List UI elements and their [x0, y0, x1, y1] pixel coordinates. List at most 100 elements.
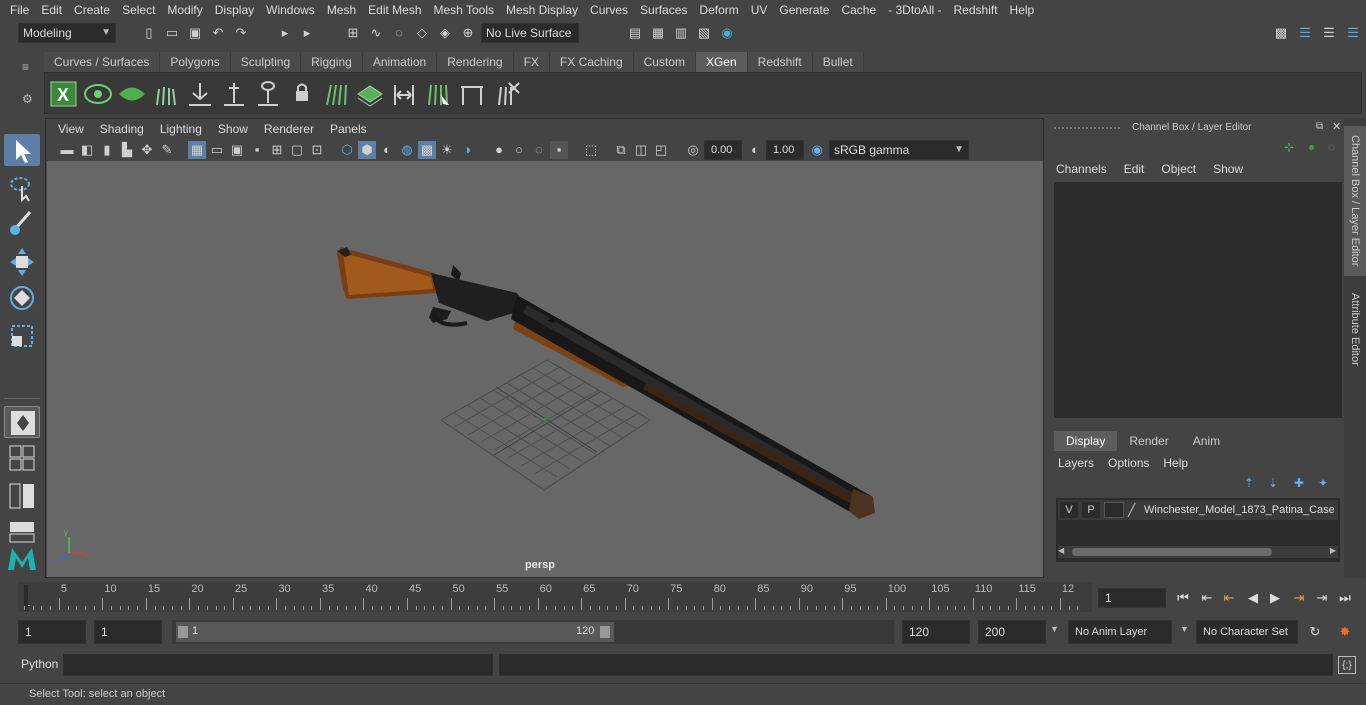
textured-icon[interactable]: ▩: [418, 141, 436, 159]
close-panel-icon[interactable]: ✕: [1332, 120, 1341, 133]
menu-3dtoall[interactable]: - 3DtoAll -: [882, 0, 947, 20]
menu-select[interactable]: Select: [116, 0, 161, 20]
redo-icon[interactable]: ↷: [232, 24, 250, 42]
safe-title-icon[interactable]: ⊡: [308, 141, 326, 159]
xgen-preview-icon[interactable]: [83, 79, 113, 109]
menu-uv[interactable]: UV: [745, 0, 774, 20]
groom-layer-icon[interactable]: [355, 79, 385, 109]
menu-generate[interactable]: Generate: [773, 0, 835, 20]
gate-mask-icon[interactable]: ▪: [248, 141, 266, 159]
channel-box-menu-channels[interactable]: Channels: [1056, 162, 1107, 176]
step-back-frame-icon[interactable]: ⇤: [1198, 589, 1216, 607]
layer-menu-options[interactable]: Options: [1108, 456, 1149, 470]
gamma-field[interactable]: 1.00: [766, 140, 804, 160]
range-slider-bar[interactable]: 1 120: [176, 622, 614, 642]
color-management-icon[interactable]: ◉: [808, 141, 826, 159]
layer-row[interactable]: V P ╱ Winchester_Model_1873_Patina_Case: [1058, 500, 1338, 520]
select-camera-icon[interactable]: ▬: [58, 141, 76, 159]
shelf-tab-custom[interactable]: Custom: [633, 52, 696, 72]
groom-grow-icon[interactable]: [219, 79, 249, 109]
scale-tool-button[interactable]: [4, 320, 40, 352]
shelf-tab-redshift[interactable]: Redshift: [747, 52, 813, 72]
current-frame-field[interactable]: 1: [1098, 588, 1166, 608]
menu-curves[interactable]: Curves: [584, 0, 634, 20]
layer-tab-display[interactable]: Display: [1054, 431, 1118, 451]
grid-icon[interactable]: ▦: [188, 141, 206, 159]
lights-icon[interactable]: ☀: [438, 141, 456, 159]
snap-plane-icon[interactable]: ◇: [413, 24, 431, 42]
layer-move-up-icon[interactable]: ⇡: [1244, 476, 1254, 490]
menu-redshift[interactable]: Redshift: [948, 0, 1004, 20]
snap-live-icon[interactable]: ⊕: [459, 24, 477, 42]
channel-box-menu-object[interactable]: Object: [1161, 162, 1196, 176]
menu-help[interactable]: Help: [1004, 0, 1041, 20]
layer-tab-anim[interactable]: Anim: [1180, 431, 1233, 451]
resolution-gate-icon[interactable]: ▣: [228, 141, 246, 159]
snap-grid-icon[interactable]: ⊞: [344, 24, 362, 42]
shelf-gear-icon[interactable]: ⚙: [22, 92, 36, 106]
step-forward-key-icon[interactable]: ⇥: [1290, 589, 1308, 607]
xgen-interactive-icon[interactable]: [117, 79, 147, 109]
range-start-handle[interactable]: [178, 626, 188, 638]
select-tool-button[interactable]: [4, 134, 40, 166]
hypershade-icon[interactable]: ◉: [718, 24, 736, 42]
viewport-menu-shading[interactable]: Shading: [92, 119, 152, 139]
wireframe-on-shaded-icon[interactable]: ◍: [398, 141, 416, 159]
shelf-tab-rigging[interactable]: Rigging: [301, 52, 363, 72]
undo-icon[interactable]: ↶: [209, 24, 227, 42]
shelf-tab-polygons[interactable]: Polygons: [160, 52, 231, 72]
render-frame-icon[interactable]: ▤: [626, 24, 644, 42]
3d-viewport[interactable]: x y z persp: [47, 161, 1043, 577]
xray-components-icon[interactable]: ◌: [530, 141, 548, 159]
2d-pan-icon[interactable]: ✥: [138, 141, 156, 159]
groom-comb-icon[interactable]: [321, 79, 351, 109]
gamma-icon[interactable]: ◐: [746, 141, 764, 159]
menu-file[interactable]: File: [4, 0, 35, 20]
layer-tab-render[interactable]: Render: [1117, 431, 1181, 451]
rotate-tool-button[interactable]: [4, 282, 40, 314]
menu-mesh-display[interactable]: Mesh Display: [500, 0, 584, 20]
step-forward-frame-icon[interactable]: ⇥: [1313, 589, 1331, 607]
anim-layer-chevron-icon[interactable]: ▼: [1050, 624, 1059, 634]
depth-of-field-icon[interactable]: ◰: [652, 141, 670, 159]
workspace-icon[interactable]: ▩: [1272, 24, 1290, 42]
field-chart-icon[interactable]: ⊞: [268, 141, 286, 159]
float-panel-icon[interactable]: ⧉: [1316, 121, 1323, 132]
animation-preferences-icon[interactable]: ✸: [1336, 623, 1354, 641]
bookmark-icon[interactable]: ▮: [98, 141, 116, 159]
channel-box-mode-icon[interactable]: ⊹: [1284, 140, 1294, 154]
menu-windows[interactable]: Windows: [260, 0, 321, 20]
new-layer-selected-icon[interactable]: ✦: [1318, 476, 1328, 490]
safe-action-icon[interactable]: ▢: [288, 141, 306, 159]
ambient-occlusion-icon[interactable]: ⧉: [612, 141, 630, 159]
ipr-render-icon[interactable]: ▥: [672, 24, 690, 42]
animation-end-field[interactable]: 200: [978, 620, 1046, 644]
wireframe-icon[interactable]: ⬡: [338, 141, 356, 159]
scroll-right-icon[interactable]: ▶: [1330, 546, 1336, 555]
anti-aliasing-icon[interactable]: ◫: [632, 141, 650, 159]
isolate-select-icon[interactable]: ⬚: [582, 141, 600, 159]
paint-select-tool-button[interactable]: [4, 208, 40, 240]
menu-cache[interactable]: Cache: [835, 0, 882, 20]
playback-start-field[interactable]: 1: [94, 620, 162, 644]
auto-key-icon[interactable]: ↻: [1306, 623, 1324, 641]
xgen-create-icon[interactable]: X: [49, 79, 79, 109]
snap-curve-icon[interactable]: ∿: [367, 24, 385, 42]
panel-drag-handle[interactable]: [1054, 127, 1120, 131]
shadows-icon[interactable]: ◑: [458, 141, 476, 159]
layer-list-scrollbar[interactable]: ◀ ▶: [1058, 546, 1338, 558]
layer-menu-help[interactable]: Help: [1163, 456, 1188, 470]
play-forwards-icon[interactable]: ▶: [1266, 589, 1284, 607]
layer-color-swatch[interactable]: [1104, 502, 1124, 518]
animation-start-field[interactable]: 1: [18, 620, 86, 644]
shelf-tab-curves-surfaces[interactable]: Curves / Surfaces: [44, 52, 161, 72]
move-tool-button[interactable]: [4, 246, 40, 278]
snap-surface-icon[interactable]: ◈: [436, 24, 454, 42]
go-to-start-icon[interactable]: ⏮: [1174, 589, 1192, 607]
open-scene-icon[interactable]: ▭: [163, 24, 181, 42]
new-scene-icon[interactable]: ▯: [140, 24, 158, 42]
groom-smooth-icon[interactable]: [457, 79, 487, 109]
scroll-left-icon[interactable]: ◀: [1058, 546, 1064, 555]
scroll-thumb[interactable]: [1072, 548, 1272, 556]
new-layer-icon[interactable]: ✚: [1294, 476, 1304, 490]
